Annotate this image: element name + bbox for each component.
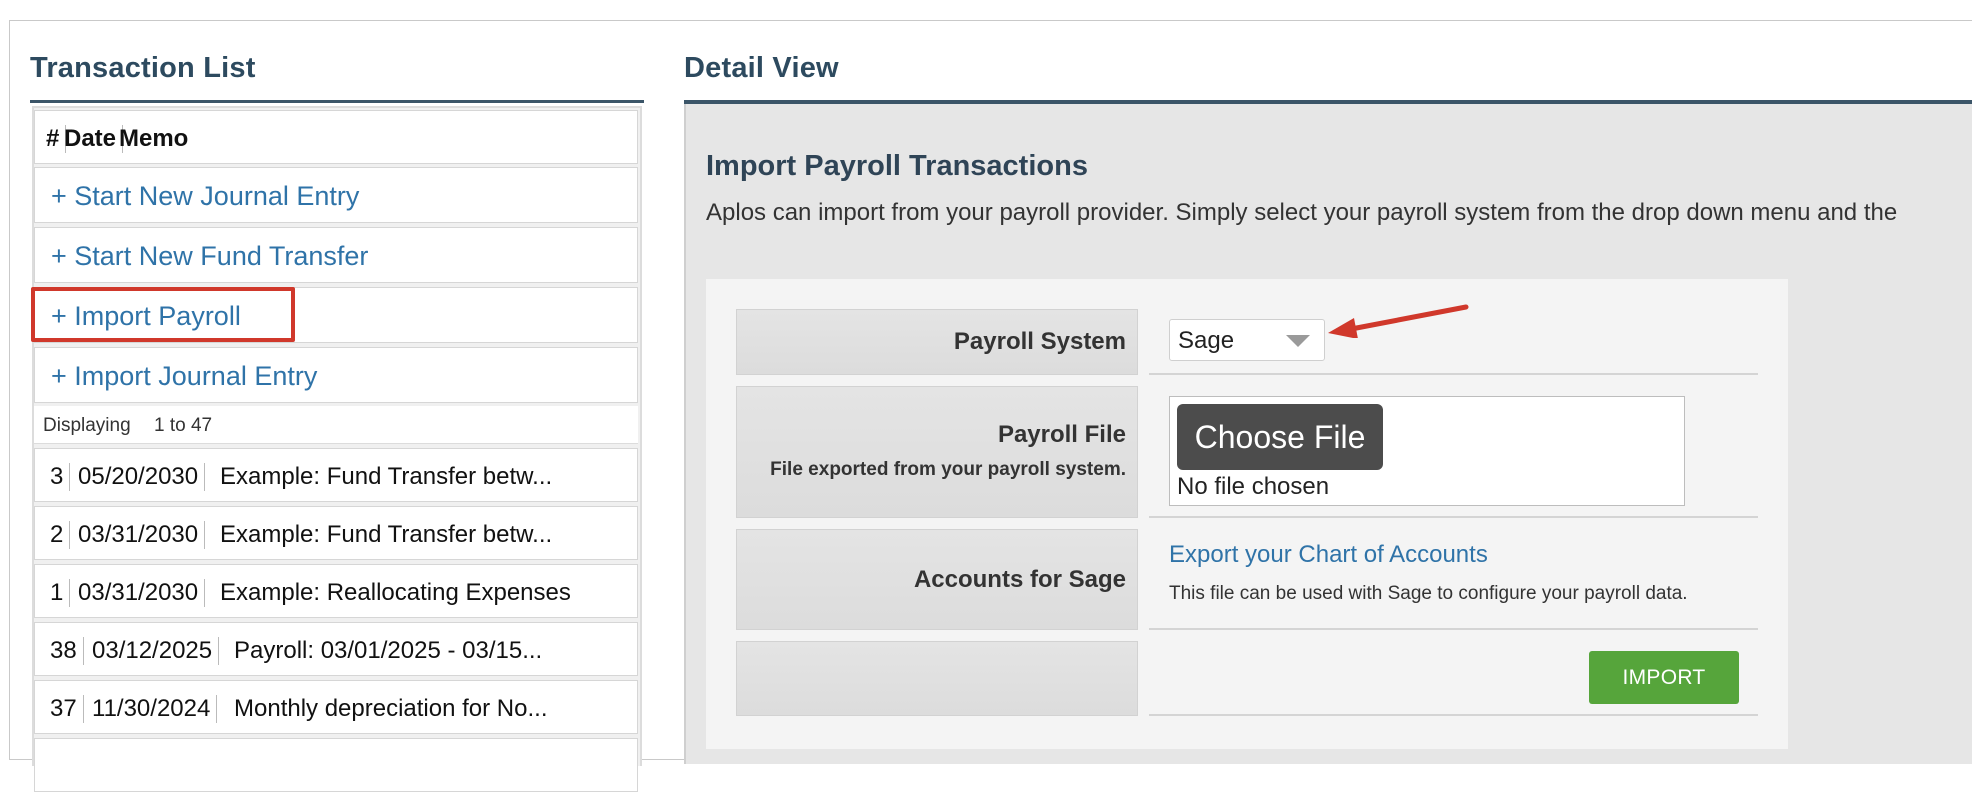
choose-file-button[interactable]: Choose File [1177, 404, 1383, 470]
displaying-range: 1 to 47 [154, 415, 213, 436]
import-payroll-heading: Import Payroll Transactions [706, 150, 1088, 182]
row-number: 2 [50, 521, 71, 549]
table-row[interactable]: 1 03/31/2030 Example: Reallocating Expen… [34, 564, 638, 618]
payroll-system-label-cell: Payroll System [736, 309, 1138, 375]
payroll-file-label-cell: Payroll File File exported from your pay… [736, 386, 1138, 518]
table-row[interactable] [34, 738, 638, 792]
row-memo: Payroll: 03/01/2025 - 03/15... [234, 637, 543, 664]
empty-label-cell [736, 641, 1138, 716]
row-date: 03/31/2030 [78, 521, 206, 549]
row-number: 37 [50, 695, 84, 723]
chevron-down-icon [1286, 335, 1310, 347]
export-chart-of-accounts-link[interactable]: Export your Chart of Accounts [1169, 541, 1488, 569]
column-header-memo[interactable]: Memo [119, 125, 194, 153]
payroll-file-label: Payroll File [997, 421, 1126, 448]
payroll-file-input[interactable]: Choose File No file chosen [1169, 396, 1685, 506]
import-payroll-highlight-box [31, 287, 295, 342]
export-note: This file can be used with Sage to confi… [1169, 583, 1688, 604]
action-row-import-journal-entry[interactable]: + Import Journal Entry [34, 347, 638, 403]
table-header: # Date Memo [34, 110, 638, 164]
row-divider [1149, 714, 1758, 716]
row-number: 38 [50, 637, 84, 665]
red-arrow-icon [1328, 304, 1469, 338]
row-date: 05/20/2030 [78, 463, 206, 491]
row-date: 03/12/2025 [92, 637, 220, 665]
accounts-label-cell: Accounts for Sage [736, 529, 1138, 630]
row-number: 3 [50, 463, 71, 491]
action-row-new-journal-entry[interactable]: + Start New Journal Entry [34, 167, 638, 223]
start-new-fund-transfer-link[interactable]: + Start New Fund Transfer [51, 241, 368, 272]
import-description: Aplos can import from your payroll provi… [706, 199, 1898, 226]
import-button[interactable]: IMPORT [1589, 651, 1739, 704]
title-underline [30, 100, 644, 103]
row-date: 03/31/2030 [78, 579, 206, 607]
table-row[interactable]: 38 03/12/2025 Payroll: 03/01/2025 - 03/1… [34, 622, 638, 676]
column-header-date[interactable]: Date [64, 125, 124, 153]
detail-view-title: Detail View [684, 52, 839, 84]
accounts-for-sage-label: Accounts for Sage [913, 566, 1126, 593]
row-divider [1149, 373, 1758, 375]
payroll-system-select[interactable]: Sage [1169, 319, 1325, 361]
displaying-count: Displaying 1 to 47 [34, 406, 638, 444]
row-divider [1149, 628, 1758, 630]
file-status: No file chosen [1177, 473, 1330, 500]
start-new-journal-entry-link[interactable]: + Start New Journal Entry [51, 181, 359, 212]
row-number: 1 [50, 579, 71, 607]
row-memo: Monthly depreciation for No... [234, 695, 548, 722]
transaction-list-title: Transaction List [30, 52, 256, 84]
table-row[interactable]: 37 11/30/2024 Monthly depreciation for N… [34, 680, 638, 734]
table-row[interactable]: 3 05/20/2030 Example: Fund Transfer betw… [34, 448, 638, 502]
action-row-new-fund-transfer[interactable]: + Start New Fund Transfer [34, 227, 638, 283]
row-memo: Example: Fund Transfer betw... [220, 521, 553, 548]
payroll-file-sublabel: File exported from your payroll system. [770, 459, 1126, 480]
table-row[interactable]: 2 03/31/2030 Example: Fund Transfer betw… [34, 506, 638, 560]
row-date: 11/30/2024 [92, 695, 218, 723]
payroll-system-value: Sage [1178, 327, 1235, 354]
import-journal-entry-link[interactable]: + Import Journal Entry [51, 361, 317, 392]
payroll-system-label: Payroll System [953, 328, 1126, 355]
row-memo: Example: Fund Transfer betw... [220, 463, 553, 490]
row-memo: Example: Reallocating Expenses [220, 579, 571, 606]
row-divider [1149, 516, 1758, 518]
displaying-label: Displaying [43, 415, 131, 436]
